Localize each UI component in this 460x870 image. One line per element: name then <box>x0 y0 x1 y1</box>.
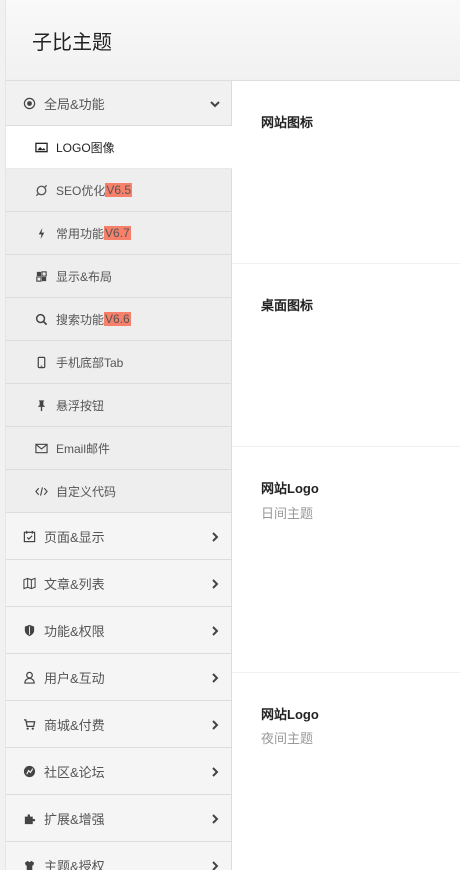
sidebar-group-label: 用户&互动 <box>44 670 105 686</box>
sidebar-group-mall[interactable]: 商城&付费 <box>6 701 231 748</box>
sidebar-item-label: Email邮件 <box>56 441 111 456</box>
sidebar-item-label: LOGO图像 <box>56 140 115 155</box>
sidebar-item-label: 搜索功能 <box>56 312 105 327</box>
target-icon <box>22 96 36 110</box>
chevron-down-icon[interactable] <box>209 97 221 109</box>
settings-sidebar: 全局&功能 LOGO图像 SEO优化 V6.5 常用功能 V6.7 显示&布局 搜索… <box>5 81 233 870</box>
sidebar-group-community[interactable]: 社区&论坛 <box>6 748 231 795</box>
field-desktop-icon: 桌面图标 <box>232 264 460 447</box>
sidebar-group-extend[interactable]: 扩展&增强 <box>6 795 231 842</box>
sidebar-item-seo[interactable]: SEO优化 V6.5 <box>6 169 231 212</box>
sidebar-group-label: 文章&列表 <box>44 576 105 592</box>
sidebar-item-label: 常用功能 <box>56 226 105 241</box>
sidebar-group-label: 主题&授权 <box>44 858 105 870</box>
settings-content: 网站图标 桌面图标 网站Logo 日间主题 网站Logo 夜间主题 <box>232 81 460 870</box>
chevron-right-icon[interactable] <box>209 812 221 824</box>
sidebar-group-label: 页面&显示 <box>44 529 105 545</box>
cart-icon <box>22 717 36 731</box>
sidebar-item-float-button[interactable]: 悬浮按钮 <box>6 384 231 427</box>
sidebar-item-label: 悬浮按钮 <box>56 398 105 413</box>
sidebar-item-mobile-tab[interactable]: 手机底部Tab <box>6 341 231 384</box>
page-title: 子比主题 <box>32 30 112 54</box>
version-badge: V6.5 <box>105 183 133 197</box>
page-header: 子比主题 <box>5 0 460 81</box>
map-icon <box>22 576 36 590</box>
sidebar-item-common[interactable]: 常用功能 V6.7 <box>6 212 231 255</box>
sidebar-item-label: 显示&布局 <box>56 269 113 284</box>
image-icon <box>34 140 48 154</box>
field-logo-night: 网站Logo 夜间主题 <box>232 673 460 870</box>
sidebar-group-user[interactable]: 用户&互动 <box>6 654 231 701</box>
chevron-right-icon[interactable] <box>209 624 221 636</box>
mobile-icon <box>34 355 48 369</box>
community-icon <box>22 764 36 778</box>
field-title: 网站Logo <box>261 707 319 722</box>
sidebar-item-label: 手机底部Tab <box>56 355 124 370</box>
shield-icon <box>22 623 36 637</box>
layout-icon <box>34 269 48 283</box>
version-badge: V6.6 <box>104 312 131 326</box>
puzzle-icon <box>22 811 36 825</box>
bolt-icon <box>34 226 48 240</box>
sidebar-item-logo[interactable]: LOGO图像 <box>6 126 233 169</box>
sidebar-item-custom-code[interactable]: 自定义代码 <box>6 470 231 513</box>
sidebar-item-label: SEO优化 <box>56 183 106 198</box>
sidebar-item-label: 自定义代码 <box>56 484 117 499</box>
chevron-right-icon[interactable] <box>209 859 221 870</box>
chevron-right-icon[interactable] <box>209 718 221 730</box>
field-title: 桌面图标 <box>261 298 314 313</box>
field-subtitle: 夜间主题 <box>261 731 314 746</box>
chevron-right-icon[interactable] <box>209 671 221 683</box>
field-subtitle: 日间主题 <box>261 506 314 521</box>
field-logo-day: 网站Logo 日间主题 <box>232 447 460 673</box>
search-icon <box>34 312 48 326</box>
sidebar-group-label: 全局&功能 <box>44 96 105 112</box>
sidebar-group-article[interactable]: 文章&列表 <box>6 560 231 607</box>
chevron-right-icon[interactable] <box>209 530 221 542</box>
sidebar-item-search[interactable]: 搜索功能 V6.6 <box>6 298 231 341</box>
theme-icon <box>22 858 36 870</box>
sidebar-group-global[interactable]: 全局&功能 <box>6 81 231 126</box>
sidebar-group-label: 商城&付费 <box>44 717 105 733</box>
pin-icon <box>34 398 48 412</box>
sidebar-group-permission[interactable]: 功能&权限 <box>6 607 231 654</box>
sidebar-group-label: 扩展&增强 <box>44 811 105 827</box>
seo-icon <box>34 183 48 197</box>
sidebar-item-email[interactable]: Email邮件 <box>6 427 231 470</box>
sidebar-group-label: 社区&论坛 <box>44 764 105 780</box>
sidebar-group-theme[interactable]: 主题&授权 <box>6 842 231 870</box>
sidebar-item-layout[interactable]: 显示&布局 <box>6 255 231 298</box>
calendar-icon <box>22 529 36 543</box>
code-icon <box>34 484 48 498</box>
field-favicon: 网站图标 <box>232 81 460 264</box>
user-icon <box>22 670 36 684</box>
sidebar-group-page[interactable]: 页面&显示 <box>6 513 231 560</box>
chevron-right-icon[interactable] <box>209 765 221 777</box>
chevron-right-icon[interactable] <box>209 577 221 589</box>
mail-icon <box>34 441 48 455</box>
version-badge: V6.7 <box>104 226 131 240</box>
sidebar-group-label: 功能&权限 <box>44 623 105 639</box>
field-title: 网站Logo <box>261 481 319 496</box>
field-title: 网站图标 <box>261 115 314 130</box>
